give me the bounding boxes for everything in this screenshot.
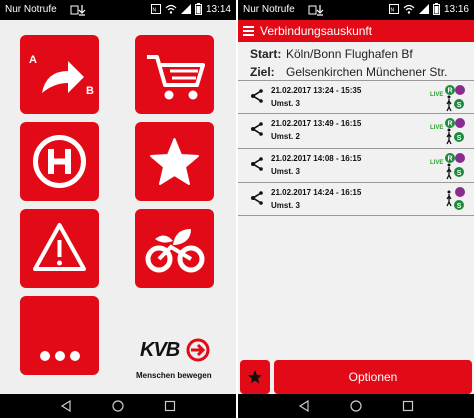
svg-text:R: R [448,121,453,128]
connection-transfers: Umst. 3 [271,201,300,210]
start-label: Start: [250,47,282,61]
home-icon[interactable] [350,400,362,412]
connection-item[interactable]: 21.02.2017 13:49 - 16:15 Umst. 2 LIVE RS [238,113,474,146]
wifi-icon [403,4,415,14]
stops-tile[interactable] [20,122,99,201]
ziel-value: Gelsenkirchen Münchener Str. [286,65,448,79]
connection-transfers: Umst. 3 [271,99,300,108]
transport-modes-icon: RS [445,153,465,180]
wifi-icon [165,4,177,14]
battery-icon [432,3,440,15]
options-button[interactable]: Optionen [274,360,472,394]
share-icon[interactable] [250,89,264,103]
route-from-label: A [29,54,37,66]
notification-icons [308,3,338,20]
star-icon [150,138,199,185]
status-bar: Nur Notrufe N 13:16 [238,0,474,20]
svg-text:S: S [457,170,462,177]
carrier-text: Nur Notrufe [243,4,295,15]
start-value: Köln/Bonn Flughafen Bf [286,47,413,61]
live-badge: LIVE [430,160,444,166]
app-toolbar: Verbindungsauskunft [238,20,474,42]
disruptions-tile[interactable] [20,209,99,288]
ticket-shop-tile[interactable] [135,35,214,114]
svg-text:R: R [448,156,453,163]
favorites-tile[interactable] [135,122,214,201]
status-time: 13:14 [205,3,231,15]
navigation-bar [238,394,474,418]
svg-text:R: R [448,88,453,95]
share-icon[interactable] [250,157,264,171]
start-row: Start: Köln/Bonn Flughafen Bf [250,47,447,65]
ziel-label: Ziel: [250,65,275,79]
signal-icon [418,4,429,14]
route-summary: Start: Köln/Bonn Flughafen Bf Ziel: Gelsen… [250,47,447,83]
signal-icon [180,4,191,14]
live-badge: LIVE [430,92,444,98]
svg-text:S: S [457,135,462,142]
status-bar: Nur Notrufe N 13:14 [0,0,236,20]
status-time: 13:16 [443,3,469,15]
battery-icon [194,3,202,15]
recents-icon[interactable] [164,400,176,412]
connection-datetime: 21.02.2017 13:24 - 15:35 [271,86,362,95]
connection-datetime: 21.02.2017 13:49 - 16:15 [271,119,362,128]
more-tile[interactable] [20,296,99,375]
shopping-cart-icon [147,55,205,100]
svg-text:S: S [457,203,462,210]
connection-item[interactable]: 21.02.2017 14:24 - 16:15 Umst. 3 S [238,182,474,216]
carrier-text: Nur Notrufe [5,4,57,15]
recents-icon[interactable] [402,400,414,412]
svg-text:N: N [390,8,394,14]
transport-modes-icon: RS [445,85,465,112]
connection-item[interactable]: 21.02.2017 14:08 - 16:15 Umst. 3 LIVE RS [238,148,474,181]
notification-icons [70,3,100,20]
back-icon[interactable] [60,400,72,412]
connection-datetime: 21.02.2017 14:24 - 16:15 [271,188,362,197]
home-icon[interactable] [112,400,124,412]
bike-icon [145,229,205,273]
bike-rental-tile[interactable] [135,209,214,288]
kvb-logo-text: KVB [140,339,180,361]
navigation-bar [0,394,236,418]
connection-info-screen: Nur Notrufe N 13:16 Verbindungsauskunft … [238,0,474,418]
svg-text:S: S [457,102,462,109]
kvb-logo: KVB Menschen bewegen [136,335,216,385]
kvb-home-screen: Nur Notrufe N 13:14 A B KVB Menschen bew… [0,0,236,418]
connection-transfers: Umst. 2 [271,132,300,141]
transport-modes-icon: S [446,187,465,210]
bus-stop-h-icon [33,135,86,188]
route-planner-tile[interactable]: A B [20,35,99,114]
back-icon[interactable] [298,400,310,412]
star-icon [248,370,262,384]
share-icon[interactable] [250,122,264,136]
svg-text:N: N [152,8,156,14]
connection-transfers: Umst. 3 [271,167,300,176]
logo-slogan: Menschen bewegen [136,371,212,380]
live-badge: LIVE [430,125,444,131]
route-to-label: B [86,85,94,97]
connection-item[interactable]: 21.02.2017 13:24 - 15:35 Umst. 3 LIVE RS [238,80,474,113]
warning-icon [33,223,86,271]
bottom-action-bar: Optionen [238,358,474,394]
favorite-button[interactable] [240,360,270,394]
connection-datetime: 21.02.2017 14:08 - 16:15 [271,154,362,163]
share-icon[interactable] [250,191,264,205]
menu-icon[interactable] [243,26,254,36]
logo-arrow-icon [186,338,210,362]
route-arrow-icon [42,61,84,93]
more-dots-icon [40,351,80,361]
page-title: Verbindungsauskunft [260,24,373,38]
transport-modes-icon: RS [445,118,465,145]
nfc-icon: N [388,4,399,14]
nfc-icon: N [150,4,161,14]
